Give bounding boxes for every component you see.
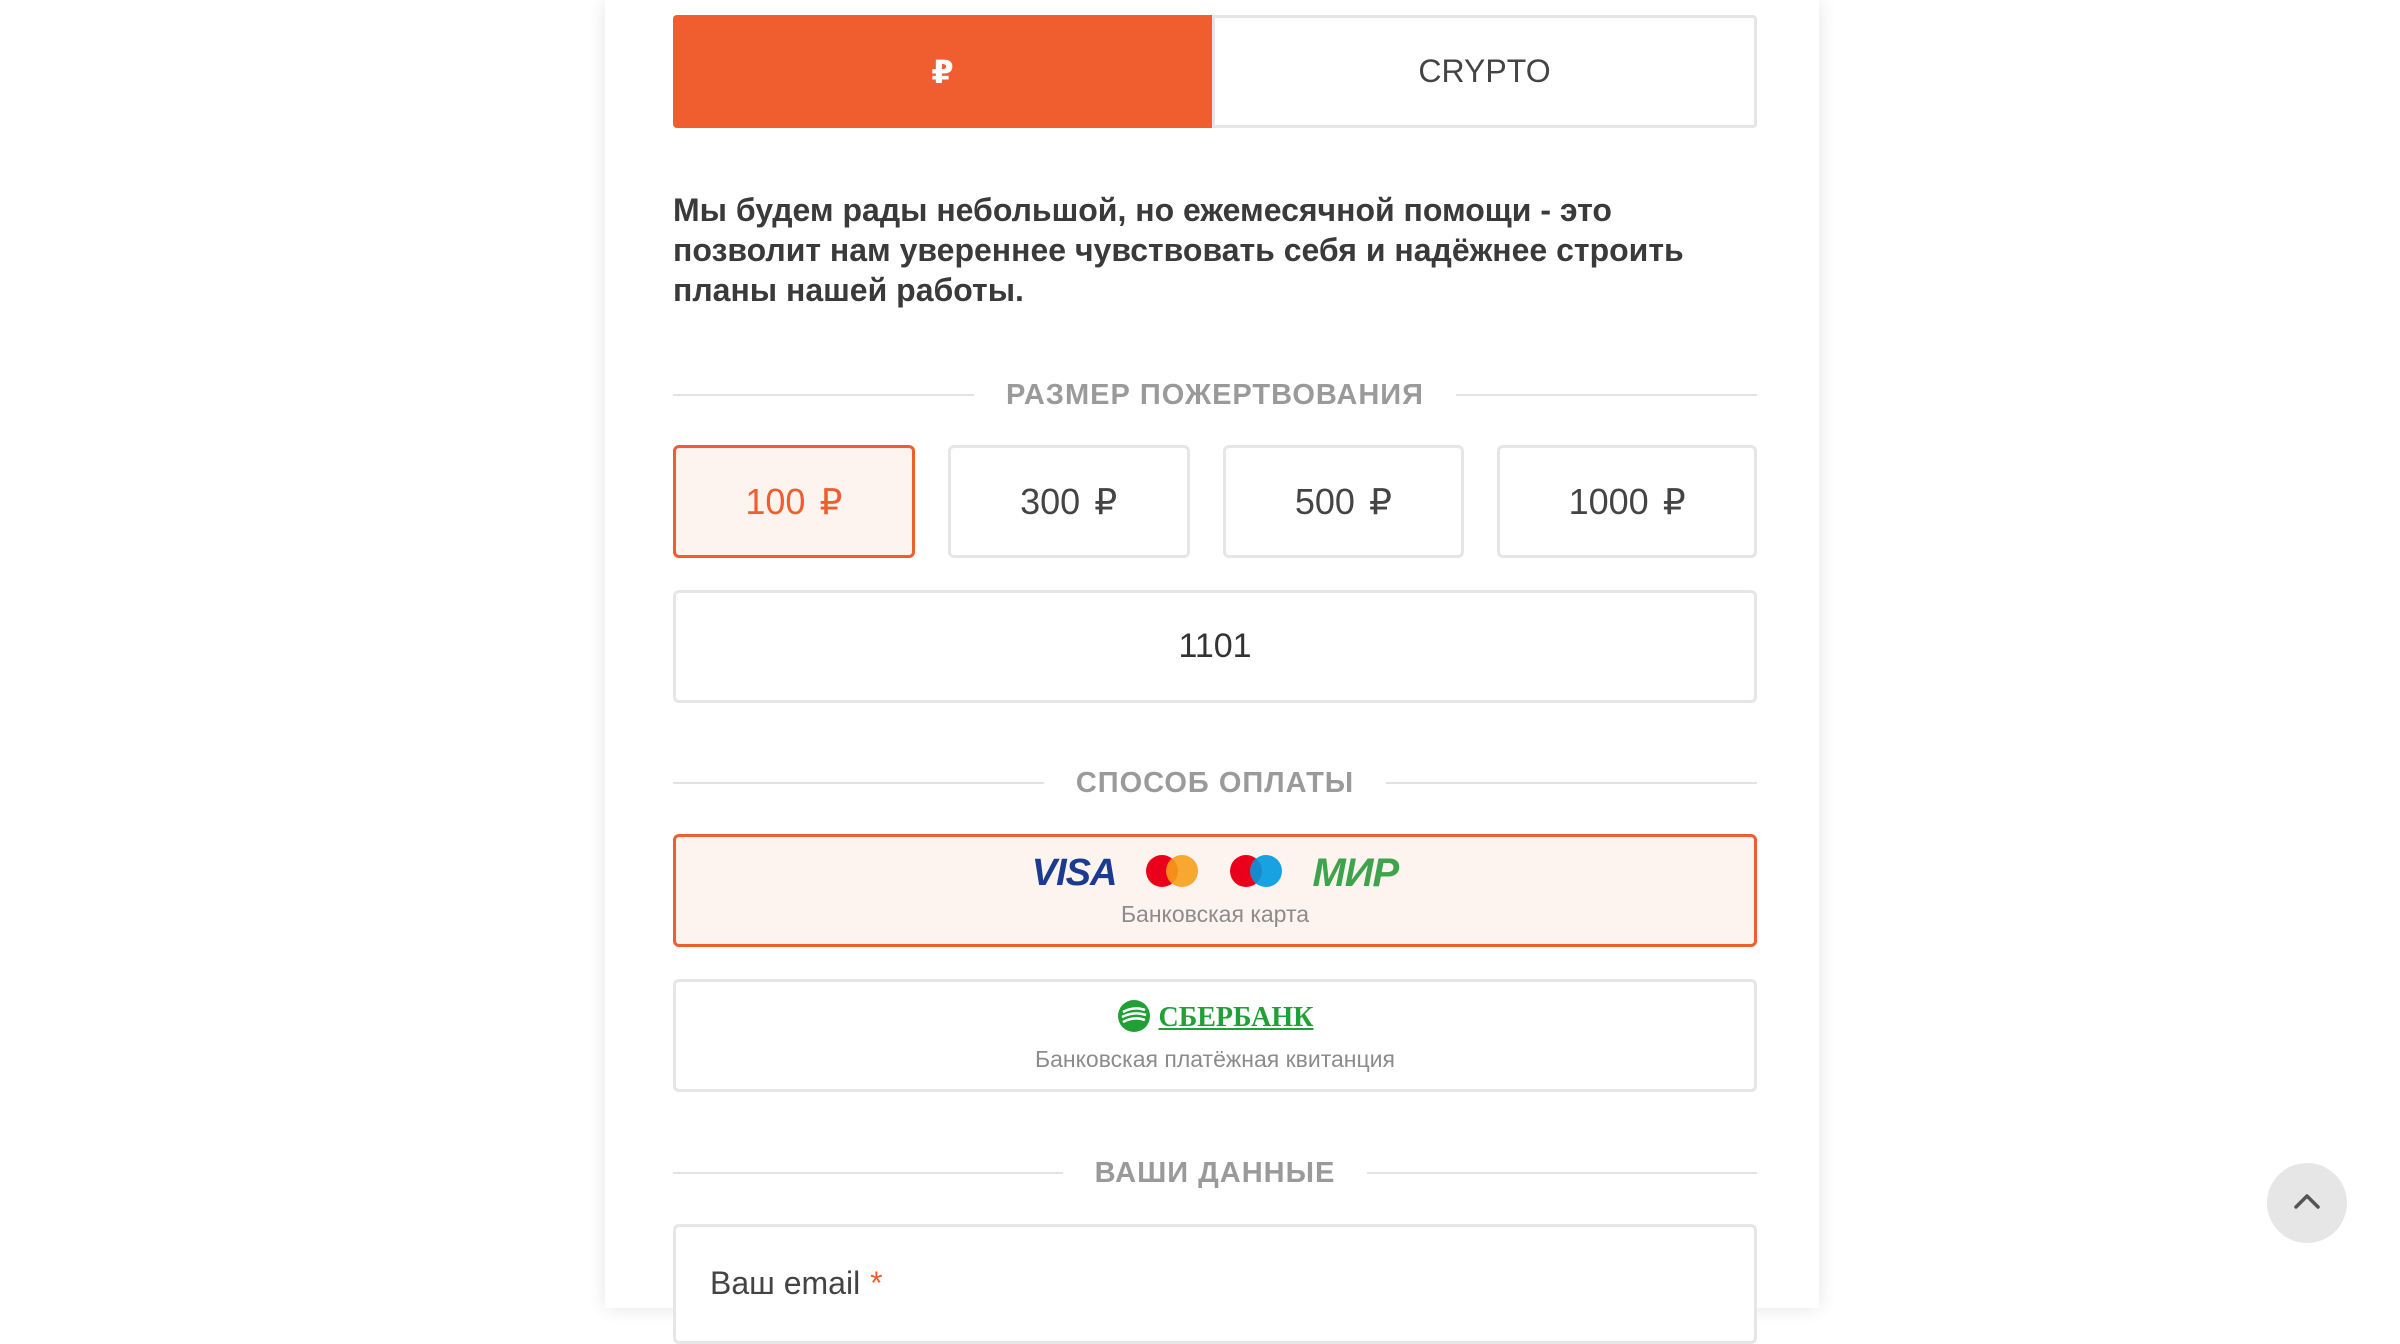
chevron-up-icon	[2292, 1191, 2322, 1216]
sberbank-wordmark: СБЕРБАНК	[1158, 1002, 1314, 1033]
payment-method-sberbank[interactable]: СБЕРБАНК Банковская платёжная квитанция	[673, 979, 1757, 1092]
donation-card: ₽ CRYPTO Мы будем рады небольшой, но еже…	[605, 0, 1819, 1344]
payment-method-divider: СПОСОБ ОПЛАТЫ	[673, 766, 1758, 799]
tab-rub[interactable]: ₽	[673, 15, 1212, 128]
amount-option-500[interactable]: 500 ₽	[1222, 445, 1465, 558]
amount-option-1000[interactable]: 1000 ₽	[1497, 445, 1757, 558]
required-mark: *	[870, 1265, 883, 1301]
email-label: Ваш email *	[710, 1265, 883, 1301]
intro-text: Мы будем рады небольшой, но ежемесячной …	[673, 192, 1684, 308]
user-data-divider: ВАШИ ДАННЫЕ	[673, 1156, 1757, 1189]
payment-method-title: СПОСОБ ОПЛАТЫ	[1075, 766, 1355, 799]
currency-tabs: ₽ CRYPTO	[673, 15, 1757, 128]
donation-size-title: РАЗМЕР ПОЖЕРТВОВАНИЯ	[1006, 378, 1424, 411]
payment-method-sberbank-label: Банковская платёжная квитанция	[1035, 1046, 1395, 1072]
scroll-to-top-button[interactable]	[2267, 1163, 2347, 1243]
tab-crypto[interactable]: CRYPTO	[1212, 15, 1757, 128]
donation-size-divider: РАЗМЕР ПОЖЕРТВОВАНИЯ	[673, 378, 1757, 411]
custom-amount-input[interactable]	[676, 626, 1754, 667]
user-data-title: ВАШИ ДАННЫЕ	[1094, 1156, 1336, 1189]
amount-option-100[interactable]: 100 ₽	[673, 445, 915, 558]
sberbank-logo: СБЕРБАНК	[1117, 998, 1314, 1038]
payment-method-card-label: Банковская карта	[1120, 901, 1310, 927]
amount-options: 100 ₽ 300 ₽ 500 ₽ 1000 ₽	[673, 445, 1757, 558]
visa-logo: VISA	[1031, 851, 1118, 894]
amount-option-300[interactable]: 300 ₽	[947, 445, 1190, 558]
mir-logo: МИР	[1312, 850, 1399, 895]
maestro-icon	[1228, 854, 1284, 893]
sberbank-icon	[1117, 999, 1151, 1038]
card-logos: VISA МИР	[1031, 850, 1399, 895]
mastercard-icon	[1144, 854, 1200, 893]
email-field[interactable]: Ваш email *	[673, 1224, 1757, 1344]
payment-method-card[interactable]: VISA МИР Банковская карта	[673, 834, 1757, 947]
custom-amount-field[interactable]	[673, 590, 1757, 703]
